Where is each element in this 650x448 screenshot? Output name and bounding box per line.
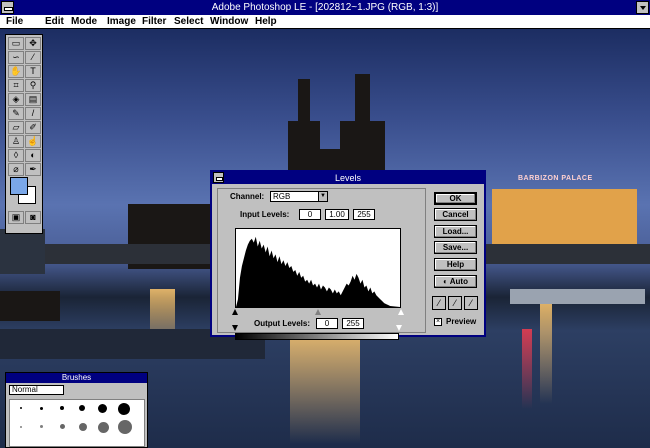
auto-icon: ◐: [443, 277, 450, 286]
dialog-title: Levels: [334, 173, 361, 183]
stamp-tool-icon[interactable]: ♙: [8, 135, 24, 148]
preview-label: Preview: [446, 317, 477, 326]
crop-tool-icon[interactable]: ⌗: [8, 79, 24, 92]
output-black-slider[interactable]: [232, 325, 238, 331]
eraser-tool-icon[interactable]: ▱: [8, 121, 24, 134]
menu-window[interactable]: Window: [210, 16, 248, 28]
input-black-slider[interactable]: [232, 309, 238, 315]
input-levels-label: Input Levels:: [240, 210, 290, 219]
brush-grid: [9, 399, 145, 447]
brush-tip[interactable]: [40, 407, 43, 410]
minimize-button[interactable]: [636, 1, 649, 14]
input-white-slider[interactable]: [398, 309, 404, 315]
magic-wand-icon[interactable]: ⁄: [25, 51, 41, 64]
gradient-tool-icon[interactable]: ▤: [25, 93, 41, 106]
histogram-shape: [236, 236, 400, 307]
building-far-left: [0, 229, 45, 274]
brush-tip[interactable]: [118, 403, 130, 415]
channel-dropdown[interactable]: RGB ▼: [270, 191, 328, 202]
toolbox: ▭ ✥ ∽ ⁄ ✋ T ⌗ ⚲ ◈ ▤ ✎ / ▱ ✐ ♙ ☝ ◊ ◐ ⌀ ✒ …: [5, 34, 43, 234]
channel-label: Channel:: [230, 192, 265, 201]
save-button[interactable]: Save...: [434, 241, 477, 254]
menu-help[interactable]: Help: [255, 16, 277, 28]
boat-right: [510, 289, 645, 304]
output-gradient-bar: [235, 333, 399, 340]
black-eyedropper-icon[interactable]: ⁄: [432, 296, 446, 310]
system-menu-icon[interactable]: [1, 1, 14, 14]
smudge-tool-icon[interactable]: ☝: [25, 135, 41, 148]
menu-select[interactable]: Select: [174, 16, 203, 28]
bucket-tool-icon[interactable]: ◈: [8, 93, 24, 106]
output-levels-label: Output Levels:: [254, 319, 311, 328]
standard-mode-icon[interactable]: ▣: [8, 211, 24, 224]
menu-filter[interactable]: Filter: [142, 16, 166, 28]
brush-tip[interactable]: [79, 405, 85, 411]
channel-value: RGB: [273, 192, 291, 201]
input-gamma-field[interactable]: 1.00: [325, 209, 349, 220]
brush-tip[interactable]: [60, 406, 64, 410]
blur-tool-icon[interactable]: ◊: [8, 149, 24, 162]
brushes-palette-title: Brushes: [6, 373, 147, 383]
cancel-button[interactable]: Cancel: [434, 208, 477, 221]
dodge-tool-icon[interactable]: ◐: [25, 149, 41, 162]
gray-eyedropper-icon[interactable]: ⁄: [448, 296, 462, 310]
hotel-sign: BARBIZON PALACE: [518, 175, 593, 182]
output-white-slider[interactable]: [396, 325, 402, 331]
brush-tool-icon[interactable]: /: [25, 107, 41, 120]
reflection-sign: [522, 329, 532, 409]
white-eyedropper-icon[interactable]: ⁄: [464, 296, 478, 310]
pencil-tool-icon[interactable]: ✎: [8, 107, 24, 120]
output-white-field[interactable]: 255: [342, 318, 364, 329]
levels-dialog: Levels Channel: RGB ▼ Input Levels: 0 1.…: [210, 170, 486, 340]
eyedropper-tool-icon[interactable]: ⌀: [8, 163, 24, 176]
brush-mode-select[interactable]: Normal: [9, 385, 64, 395]
menu-file[interactable]: File: [6, 16, 23, 28]
zoom-tool-icon[interactable]: ⚲: [25, 79, 41, 92]
auto-button[interactable]: ◐ Auto: [434, 275, 477, 288]
foreground-color-swatch[interactable]: [10, 177, 28, 195]
brush-tip[interactable]: [60, 424, 65, 429]
move-tool-icon[interactable]: ✥: [25, 37, 41, 50]
reflection-church: [290, 334, 360, 444]
input-white-field[interactable]: 255: [353, 209, 375, 220]
input-gamma-slider[interactable]: [315, 309, 321, 315]
menu-bar: File Edit Mode Image Filter Select Windo…: [0, 15, 650, 29]
hand-tool-icon[interactable]: ✋: [8, 65, 24, 78]
window-title: Adobe Photoshop LE - [202812~1.JPG (RGB,…: [211, 2, 439, 13]
help-button[interactable]: Help: [434, 258, 477, 271]
levels-panel: Channel: RGB ▼ Input Levels: 0 1.00 255 …: [217, 188, 426, 340]
brush-tip[interactable]: [118, 420, 132, 434]
airbrush-tool-icon[interactable]: ✐: [25, 121, 41, 134]
auto-label: Auto: [449, 277, 468, 286]
brush-tip[interactable]: [98, 404, 107, 413]
load-button[interactable]: Load...: [434, 225, 477, 238]
brush-tip[interactable]: [98, 422, 109, 433]
type-tool-icon[interactable]: T: [25, 65, 41, 78]
brush-tip[interactable]: [79, 423, 87, 431]
reflection-hotel: [540, 304, 552, 404]
brush-tip[interactable]: [20, 407, 22, 409]
boat-left: [0, 291, 60, 321]
menu-mode[interactable]: Mode: [71, 16, 97, 28]
brush-tip[interactable]: [20, 426, 22, 428]
church-spire-left: [298, 79, 310, 124]
quickmask-mode-icon[interactable]: ◙: [25, 211, 41, 224]
output-black-field[interactable]: 0: [316, 318, 338, 329]
lasso-tool-icon[interactable]: ∽: [8, 51, 24, 64]
menu-image[interactable]: Image: [107, 16, 136, 28]
input-black-field[interactable]: 0: [299, 209, 321, 220]
pen-tool-icon[interactable]: ✒: [25, 163, 41, 176]
marquee-tool-icon[interactable]: ▭: [8, 37, 24, 50]
dialog-system-menu-icon[interactable]: [213, 172, 224, 183]
ok-button[interactable]: OK: [434, 192, 477, 205]
dialog-title-bar: Levels: [212, 172, 484, 184]
histogram: [235, 228, 401, 308]
brushes-palette: Brushes Normal: [5, 372, 148, 448]
menu-edit[interactable]: Edit: [45, 16, 64, 28]
title-bar: Adobe Photoshop LE - [202812~1.JPG (RGB,…: [0, 0, 650, 15]
brush-tip[interactable]: [40, 425, 43, 428]
dropdown-arrow-icon[interactable]: ▼: [318, 192, 327, 201]
preview-checkbox[interactable]: ×: [434, 318, 442, 326]
church-spire-right: [355, 74, 370, 124]
